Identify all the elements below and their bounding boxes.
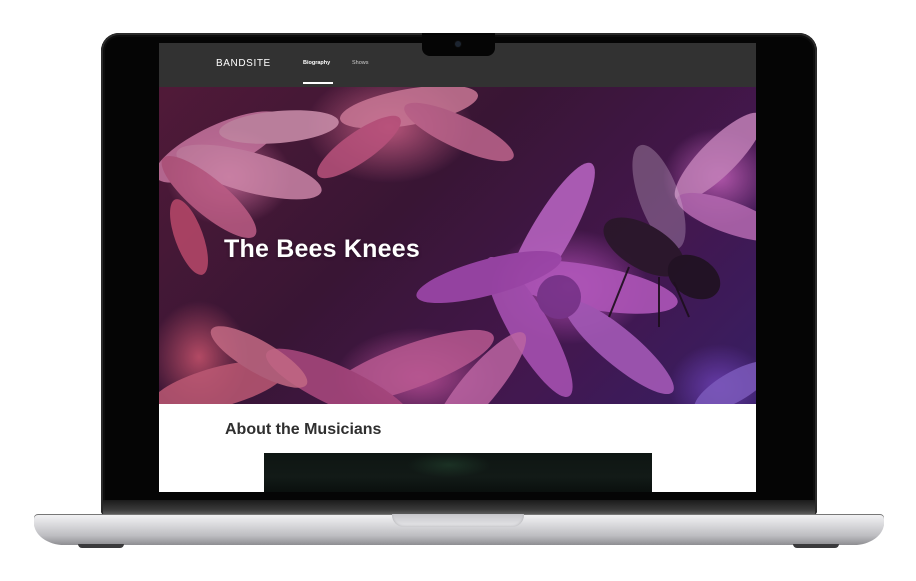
- site-logo[interactable]: BANDSITE: [216, 58, 271, 69]
- laptop-screen: BANDSITE Biography Shows The Bees Knees …: [159, 43, 756, 492]
- nav-active-indicator: [303, 82, 333, 84]
- camera-icon: [455, 41, 461, 47]
- musicians-photo: [264, 453, 652, 492]
- about-section: About the Musicians: [159, 404, 756, 492]
- laptop-foot-left: [78, 544, 124, 548]
- camera-notch: [422, 33, 495, 56]
- laptop-thumb-notch: [392, 514, 524, 527]
- about-title: About the Musicians: [225, 421, 382, 438]
- hero-banner: The Bees Knees: [159, 87, 756, 404]
- nav-link-biography[interactable]: Biography: [303, 60, 330, 66]
- nav-link-shows[interactable]: Shows: [352, 60, 369, 66]
- hero-title: The Bees Knees: [224, 235, 420, 263]
- laptop-foot-right: [793, 544, 839, 548]
